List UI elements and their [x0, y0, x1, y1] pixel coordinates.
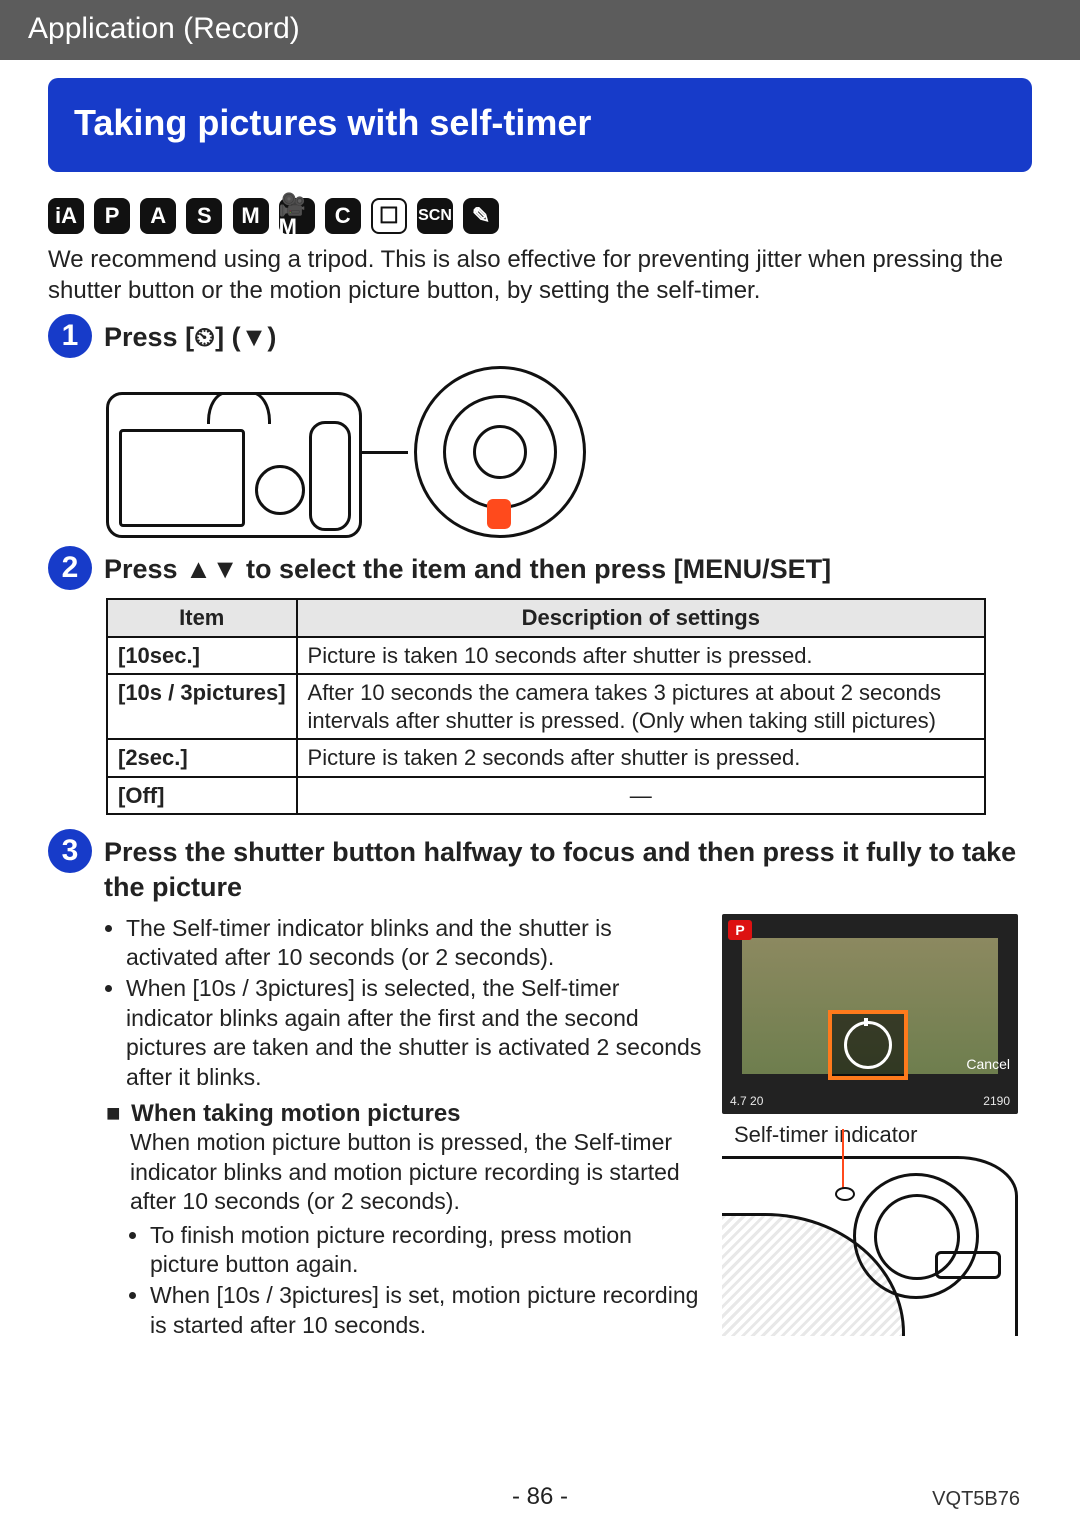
callout-line: [358, 451, 408, 454]
lcd-info-left: 4.7 20: [730, 1094, 763, 1108]
lcd-info-right: 2190: [983, 1094, 1010, 1108]
list-item: To finish motion picture recording, pres…: [150, 1221, 706, 1280]
cell-item: [Off]: [107, 777, 297, 815]
camera-top-illustration: [722, 1156, 1018, 1336]
mode-icon-a: A: [140, 198, 176, 234]
step-2: 2 Press ▲▼ to select the item and then p…: [48, 546, 1032, 590]
th-item: Item: [107, 599, 297, 637]
list-item: When [10s / 3pictures] is selected, the …: [126, 974, 706, 1092]
list-item: The Self-timer indicator blinks and the …: [126, 914, 706, 973]
step-1-illustration: [106, 366, 1032, 538]
mode-icon-movie-m: 🎥M: [279, 198, 315, 234]
mode-icon-m: M: [233, 198, 269, 234]
indicator-caption: Self-timer indicator: [734, 1122, 1032, 1148]
section-header: Application (Record): [0, 0, 1080, 60]
list-item: When [10s / 3pictures] is set, motion pi…: [150, 1281, 706, 1340]
down-button-highlight: [487, 499, 511, 529]
cell-item: [2sec.]: [107, 739, 297, 777]
page-footer: - 86 - VQT5B76: [0, 1483, 1080, 1511]
mode-icon-panorama: ☐: [371, 198, 407, 234]
mode-badge-p: P: [728, 920, 752, 940]
self-timer-overlay-icon: [828, 1010, 908, 1080]
indicator-pointer: [842, 1129, 844, 1189]
doc-id: VQT5B76: [700, 1488, 1020, 1511]
step-3: 3 Press the shutter button halfway to fo…: [48, 829, 1032, 905]
page-number: - 86 -: [380, 1483, 700, 1511]
intro-text: We recommend using a tripod. This is als…: [48, 244, 1032, 306]
step-3-title: Press the shutter button halfway to focu…: [104, 835, 1032, 905]
settings-table: Item Description of settings [10sec.] Pi…: [106, 598, 986, 815]
cell-item: [10sec.]: [107, 637, 297, 675]
lcd-screenshot: P Cancel 4.7 20 2190: [722, 914, 1018, 1114]
camera-back-illustration: [106, 392, 362, 538]
table-row: [Off] —: [107, 777, 985, 815]
mode-icon-ia: iA: [48, 198, 84, 234]
dial-detail-illustration: [414, 366, 586, 538]
page-title-text: Taking pictures with self-timer: [74, 102, 591, 143]
mode-icon-c: C: [325, 198, 361, 234]
motion-subhead-text: When taking motion pictures: [131, 1100, 460, 1127]
step-1: 1 Press [⏲] (▼): [48, 314, 1032, 358]
mode-icon-scn: SCN: [417, 198, 453, 234]
motion-text: When motion picture button is pressed, t…: [130, 1128, 706, 1216]
table-row: [2sec.] Picture is taken 2 seconds after…: [107, 739, 985, 777]
step-1-title: Press [⏲] (▼): [104, 320, 276, 355]
section-title: Application (Record): [28, 12, 300, 45]
step-3-bullets: The Self-timer indicator blinks and the …: [106, 914, 706, 1093]
mode-icons-row: iA P A S M 🎥M C ☐ SCN ✎: [48, 198, 1032, 234]
cancel-label: Cancel: [966, 1056, 1010, 1072]
cell-desc: Picture is taken 10 seconds after shutte…: [297, 637, 985, 675]
cell-desc: —: [297, 777, 985, 815]
table-row: [10s / 3pictures] After 10 seconds the c…: [107, 674, 985, 739]
lcd-info-bar: 4.7 20 2190: [730, 1094, 1010, 1108]
mode-icon-creative: ✎: [463, 198, 499, 234]
cell-desc: Picture is taken 2 seconds after shutter…: [297, 739, 985, 777]
step-1-bullet: 1: [48, 314, 92, 358]
table-row: [10sec.] Picture is taken 10 seconds aft…: [107, 637, 985, 675]
step-2-bullet: 2: [48, 546, 92, 590]
th-desc: Description of settings: [297, 599, 985, 637]
self-timer-indicator-led: [835, 1187, 855, 1201]
cell-desc: After 10 seconds the camera takes 3 pict…: [297, 674, 985, 739]
mode-icon-s: S: [186, 198, 222, 234]
cell-item: [10s / 3pictures]: [107, 674, 297, 739]
step-2-title: Press ▲▼ to select the item and then pre…: [104, 552, 831, 587]
motion-subhead: When taking motion pictures: [106, 1100, 706, 1128]
mode-icon-p: P: [94, 198, 130, 234]
motion-bullets: To finish motion picture recording, pres…: [130, 1221, 706, 1341]
step-3-bullet: 3: [48, 829, 92, 873]
page-title: Taking pictures with self-timer: [48, 78, 1032, 172]
